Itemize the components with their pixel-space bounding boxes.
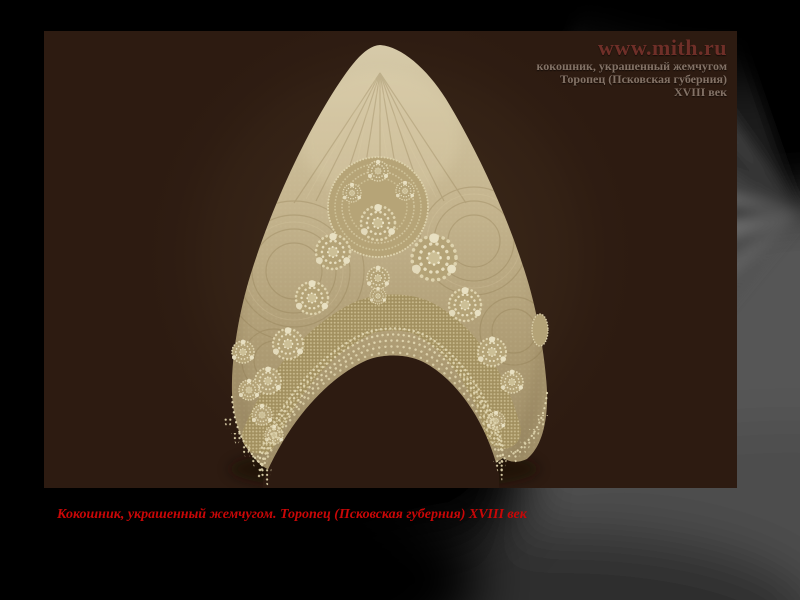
caption-text: Кокошник, украшенный жемчугом. Торопец (… [57,507,527,522]
kokoshnik-photo: www.mith.ru кокошник, украшенный жемчуго… [44,31,737,488]
presentation-slide: www.mith.ru кокошник, украшенный жемчуго… [0,0,800,600]
watermark: www.mith.ru кокошник, украшенный жемчуго… [537,35,727,99]
watermark-caption-line-3: XVIII век [673,85,727,99]
kokoshnik-illustration [135,31,645,488]
right-edge-ridge [531,313,549,347]
watermark-site-url: www.mith.ru [598,35,727,60]
